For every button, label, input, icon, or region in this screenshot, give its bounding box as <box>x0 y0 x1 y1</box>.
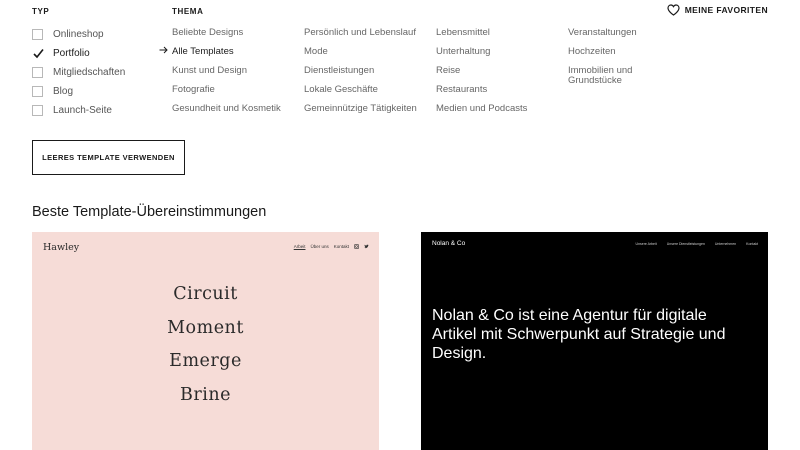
thema-column-4: Veranstaltungen Hochzeiten Immobilien un… <box>568 25 648 86</box>
hawley-word-list: Circuit Moment Emerge Brine <box>32 284 379 418</box>
matches-title: Beste Template-Übereinstimmungen <box>32 204 267 220</box>
typ-list: Onlineshop Portfolio Mitgliedschaften Bl… <box>32 25 125 120</box>
thema-option[interactable]: Gemeinnützige Tätigkeiten <box>304 101 417 120</box>
hawley-word: Emerge <box>169 351 242 371</box>
thema-option[interactable]: Persönlich und Lebenslauf <box>304 25 417 44</box>
thema-option[interactable]: Dienstleistungen <box>304 63 417 82</box>
checkbox[interactable] <box>32 29 43 40</box>
thema-option[interactable]: Unterhaltung <box>436 44 527 63</box>
thema-column-2: Persönlich und Lebenslauf Mode Dienstlei… <box>304 25 417 120</box>
hawley-nav: Arbeit Über uns Kontakt <box>294 244 369 249</box>
typ-option-launch-seite[interactable]: Launch-Seite <box>32 101 125 120</box>
typ-option-label: Onlineshop <box>53 29 104 40</box>
nolan-headline: Nolan & Co ist eine Agentur für digitale… <box>432 307 726 362</box>
template-filters: TYP THEMA Onlineshop Portfolio Mitglieds… <box>0 0 800 190</box>
hawley-word: Moment <box>167 317 244 338</box>
checkbox-checked[interactable] <box>32 48 44 59</box>
thema-column-1: Beliebte Designs Alle Templates Kunst un… <box>159 25 281 120</box>
nolan-nav-item: Unsere Arbeit <box>635 242 657 246</box>
thema-option[interactable]: Medien und Podcasts <box>436 101 527 120</box>
nolan-nav: Unsere Arbeit Unsere Dienstleistungen Un… <box>636 242 758 246</box>
typ-option-label: Portfolio <box>53 48 90 59</box>
checkbox[interactable] <box>32 67 43 78</box>
hawley-word: Brine <box>180 384 231 405</box>
thema-option[interactable]: Hochzeiten <box>568 44 648 63</box>
thema-option[interactable]: Lokale Geschäfte <box>304 82 417 101</box>
typ-option-label: Mitgliedschaften <box>53 67 126 78</box>
thema-option-active[interactable]: Alle Templates <box>159 44 281 63</box>
thema-option[interactable]: Reise <box>436 63 527 82</box>
typ-heading: TYP <box>32 7 50 16</box>
nolan-nav-item: Unternehmen <box>714 242 737 246</box>
hawley-nav-item: Über uns <box>310 244 329 249</box>
hawley-nav-item: Kontakt <box>333 244 349 249</box>
typ-option-blog[interactable]: Blog <box>32 82 125 101</box>
thema-option[interactable]: Veranstaltungen <box>568 25 648 44</box>
checkmark-icon <box>33 49 44 59</box>
thema-option[interactable]: Beliebte Designs <box>172 25 281 44</box>
typ-option-onlineshop[interactable]: Onlineshop <box>32 25 125 44</box>
hawley-word: Circuit <box>173 284 238 304</box>
hawley-nav-item: Arbeit <box>293 244 306 249</box>
heart-icon <box>667 4 680 16</box>
template-card-hawley[interactable]: Hawley Arbeit Über uns Kontakt Circuit M… <box>32 232 379 450</box>
checkbox[interactable] <box>32 86 43 97</box>
favorites-link[interactable]: MEINE FAVORITEN <box>667 4 768 16</box>
thema-option[interactable]: Restaurants <box>436 82 527 101</box>
template-card-nolan[interactable]: Nolan & Co Unsere Arbeit Unsere Dienstle… <box>421 232 768 450</box>
typ-option-label: Launch-Seite <box>53 105 112 116</box>
nolan-logo: Nolan & Co <box>432 240 466 247</box>
twitter-icon <box>364 244 369 249</box>
instagram-icon <box>354 244 359 249</box>
thema-option[interactable]: Fotografie <box>172 82 281 101</box>
typ-option-portfolio[interactable]: Portfolio <box>32 44 125 63</box>
typ-option-mitgliedschaften[interactable]: Mitgliedschaften <box>32 63 125 82</box>
thema-option[interactable]: Kunst und Design <box>172 63 281 82</box>
thema-option[interactable]: Lebensmittel <box>436 25 527 44</box>
nolan-nav-item: Unsere Dienstleistungen <box>666 242 705 246</box>
thema-option[interactable]: Mode <box>304 44 417 63</box>
nolan-nav-item: Kontakt <box>746 242 758 246</box>
favorites-label: MEINE FAVORITEN <box>684 5 768 15</box>
thema-option[interactable]: Immobilien und Grundstücke <box>568 63 648 86</box>
hawley-logo: Hawley <box>43 242 80 253</box>
thema-option[interactable]: Gesundheit und Kosmetik <box>172 101 281 120</box>
checkbox[interactable] <box>32 105 43 116</box>
thema-heading: THEMA <box>172 7 204 16</box>
thema-column-3: Lebensmittel Unterhaltung Reise Restaura… <box>436 25 527 120</box>
empty-template-button[interactable]: LEERES TEMPLATE VERWENDEN <box>32 140 185 175</box>
typ-option-label: Blog <box>53 86 74 97</box>
arrow-right-icon <box>159 44 172 60</box>
thema-option-label: Alle Templates <box>172 46 234 57</box>
